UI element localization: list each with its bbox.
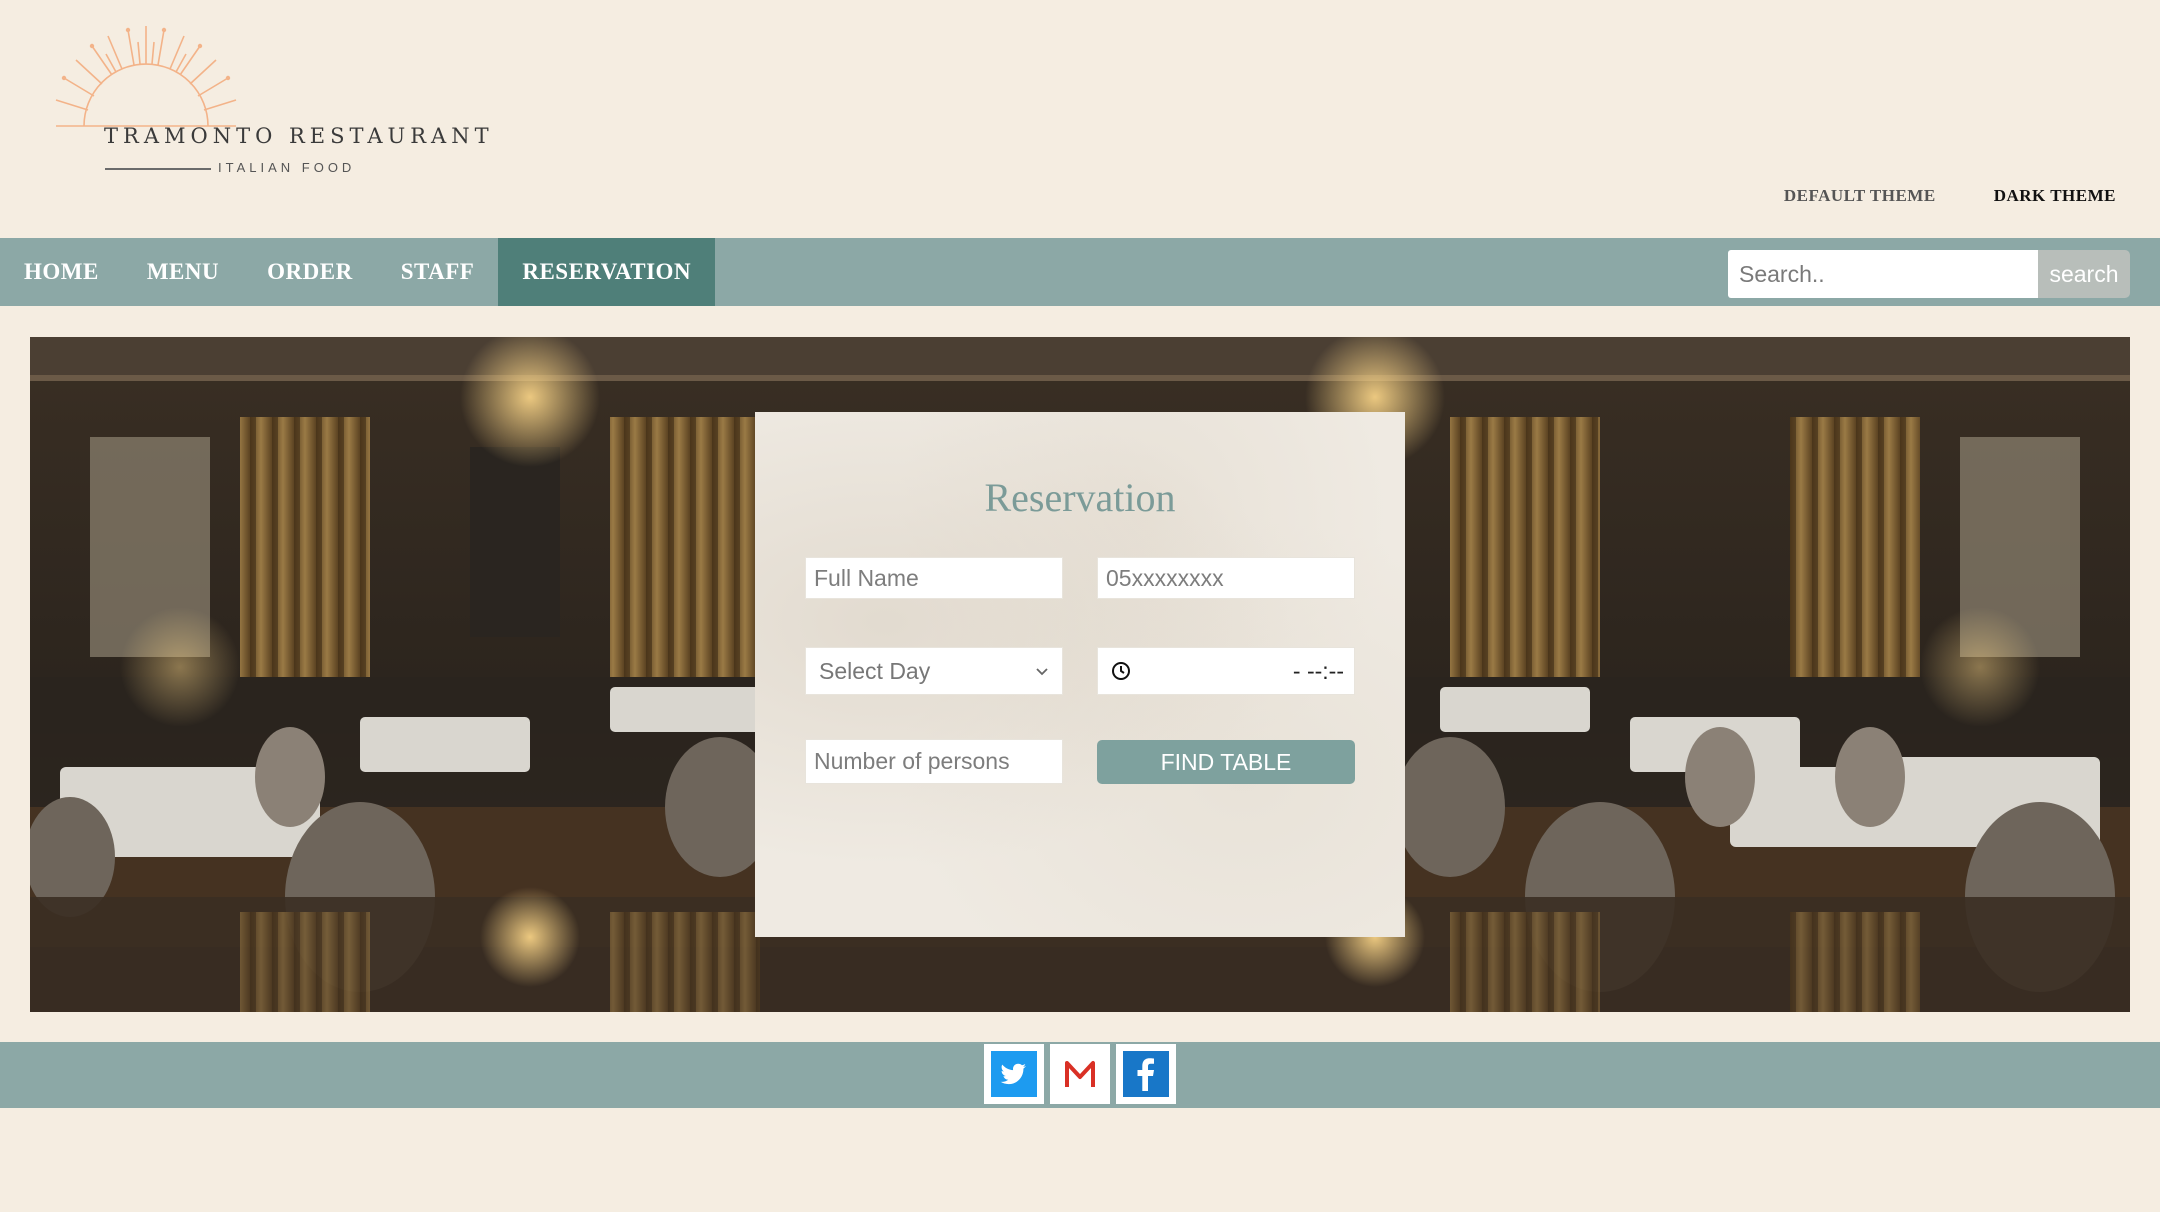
search-bar: search: [1728, 250, 2130, 298]
search-input[interactable]: [1728, 250, 2038, 298]
nav-order[interactable]: ORDER: [243, 238, 377, 306]
day-select[interactable]: Select Day: [805, 647, 1063, 695]
twitter-icon: [991, 1051, 1037, 1097]
gmail-icon: [1057, 1051, 1103, 1097]
twitter-link[interactable]: [984, 1044, 1044, 1104]
find-table-button[interactable]: FIND TABLE: [1097, 740, 1355, 784]
phone-field[interactable]: [1097, 557, 1355, 599]
facebook-icon: [1123, 1051, 1169, 1097]
nav-staff[interactable]: STAFF: [377, 238, 499, 306]
persons-input[interactable]: [814, 748, 1054, 775]
brand-tagline: ITALIAN FOOD: [218, 160, 356, 175]
dark-theme-link[interactable]: DARK THEME: [1994, 186, 2116, 206]
time-input[interactable]: - --:--: [1097, 647, 1355, 695]
time-value: - --:--: [1292, 657, 1344, 684]
reservation-form: Reservation Select Day - --:-- FIND TABL…: [755, 412, 1405, 937]
chevron-down-icon: [1036, 668, 1048, 676]
main-nav: HOME MENU ORDER STAFF RESERVATION search: [0, 238, 2160, 306]
reservation-title: Reservation: [984, 475, 1176, 520]
gmail-link[interactable]: [1050, 1044, 1110, 1104]
nav-home[interactable]: HOME: [0, 238, 123, 306]
clock-icon[interactable]: [1110, 660, 1132, 682]
search-button[interactable]: search: [2038, 250, 2130, 298]
brand-divider: [105, 168, 211, 170]
phone-input[interactable]: [1106, 564, 1346, 592]
nav-reservation[interactable]: RESERVATION: [498, 238, 716, 306]
day-select-value: Select Day: [819, 657, 931, 684]
persons-field[interactable]: [805, 739, 1063, 784]
brand-name: TRAMONTO RESTAURANT: [104, 124, 494, 148]
facebook-link[interactable]: [1116, 1044, 1176, 1104]
theme-switcher: DEFAULT THEME DARK THEME: [1784, 186, 2116, 206]
default-theme-link[interactable]: DEFAULT THEME: [1784, 186, 1936, 206]
full-name-field[interactable]: [805, 557, 1063, 599]
full-name-input[interactable]: [814, 564, 1054, 592]
restaurant-logo[interactable]: TRAMONTO RESTAURANT ITALIAN FOOD: [18, 6, 489, 226]
sunset-logo-icon: [55, 26, 237, 127]
nav-menu[interactable]: MENU: [123, 238, 243, 306]
